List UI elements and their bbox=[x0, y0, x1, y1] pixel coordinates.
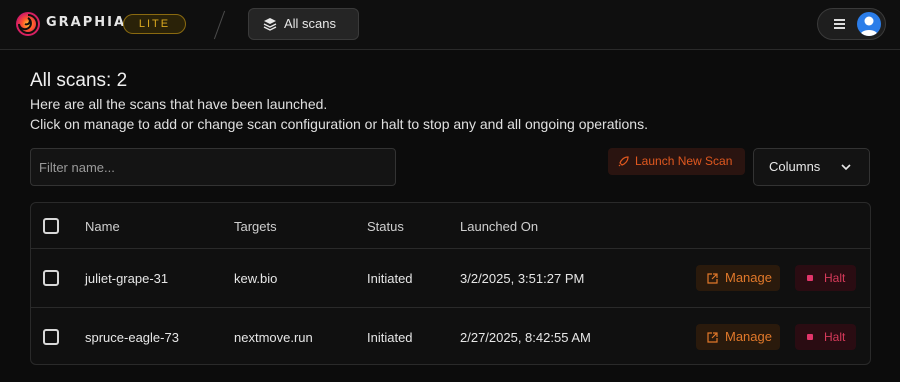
launch-new-scan-button[interactable]: Launch New Scan bbox=[608, 148, 745, 175]
table-row: spruce-eagle-73 nextmove.run Initiated 2… bbox=[31, 308, 870, 364]
manage-label: Manage bbox=[725, 329, 772, 344]
column-header-name[interactable]: Name bbox=[85, 219, 120, 234]
manage-button[interactable]: Manage bbox=[696, 324, 780, 350]
scan-targets: nextmove.run bbox=[234, 330, 313, 345]
page-description: Here are all the scans that have been la… bbox=[30, 96, 328, 112]
scan-name: juliet-grape-31 bbox=[85, 271, 169, 286]
manage-label: Manage bbox=[725, 270, 772, 285]
page-description-secondary: Click on manage to add or change scan co… bbox=[30, 116, 648, 132]
chevron-down-icon bbox=[841, 164, 851, 171]
stop-icon bbox=[807, 275, 813, 281]
graphia-logo-icon[interactable] bbox=[14, 10, 42, 38]
rocket-icon bbox=[618, 156, 629, 167]
brand-name: GRAPHIA bbox=[46, 15, 127, 30]
halt-button[interactable]: Halt bbox=[795, 324, 856, 350]
user-avatar-icon bbox=[857, 12, 881, 36]
launch-new-scan-label: Launch New Scan bbox=[635, 154, 733, 168]
column-header-targets[interactable]: Targets bbox=[234, 219, 277, 234]
table-header-row: Name Targets Status Launched On bbox=[31, 203, 870, 249]
column-header-launched-on[interactable]: Launched On bbox=[460, 219, 538, 234]
scan-status: Initiated bbox=[367, 271, 413, 286]
page-title: All scans: 2 bbox=[30, 70, 128, 91]
user-menu-button[interactable] bbox=[817, 8, 886, 40]
scan-name: spruce-eagle-73 bbox=[85, 330, 179, 345]
scan-status: Initiated bbox=[367, 330, 413, 345]
table-row: juliet-grape-31 kew.bio Initiated 3/2/20… bbox=[31, 249, 870, 308]
external-link-icon bbox=[707, 332, 718, 343]
nav-divider bbox=[213, 10, 226, 40]
row-checkbox[interactable] bbox=[43, 329, 59, 345]
lite-badge: LITE bbox=[123, 14, 186, 34]
scans-table: Name Targets Status Launched On juliet-g… bbox=[30, 202, 871, 365]
scan-launched-on: 2/27/2025, 8:42:55 AM bbox=[460, 330, 591, 345]
all-scans-button[interactable]: All scans bbox=[248, 8, 359, 40]
columns-label: Columns bbox=[769, 159, 821, 174]
row-checkbox[interactable] bbox=[43, 270, 59, 286]
manage-button[interactable]: Manage bbox=[696, 265, 780, 291]
columns-dropdown-button[interactable]: Columns bbox=[753, 148, 870, 186]
external-link-icon bbox=[707, 273, 718, 284]
scan-targets: kew.bio bbox=[234, 271, 278, 286]
stop-icon bbox=[807, 334, 813, 340]
halt-label: Halt bbox=[824, 271, 846, 285]
layers-icon bbox=[263, 18, 277, 31]
all-scans-label: All scans bbox=[284, 16, 337, 31]
column-header-status[interactable]: Status bbox=[367, 219, 404, 234]
select-all-checkbox[interactable] bbox=[43, 218, 59, 234]
halt-label: Halt bbox=[824, 330, 846, 344]
scan-launched-on: 3/2/2025, 3:51:27 PM bbox=[460, 271, 585, 286]
halt-button[interactable]: Halt bbox=[795, 265, 856, 291]
top-navbar: GRAPHIA LITE All scans bbox=[0, 0, 900, 50]
filter-name-input[interactable] bbox=[30, 148, 396, 186]
hamburger-menu-icon bbox=[834, 19, 845, 29]
